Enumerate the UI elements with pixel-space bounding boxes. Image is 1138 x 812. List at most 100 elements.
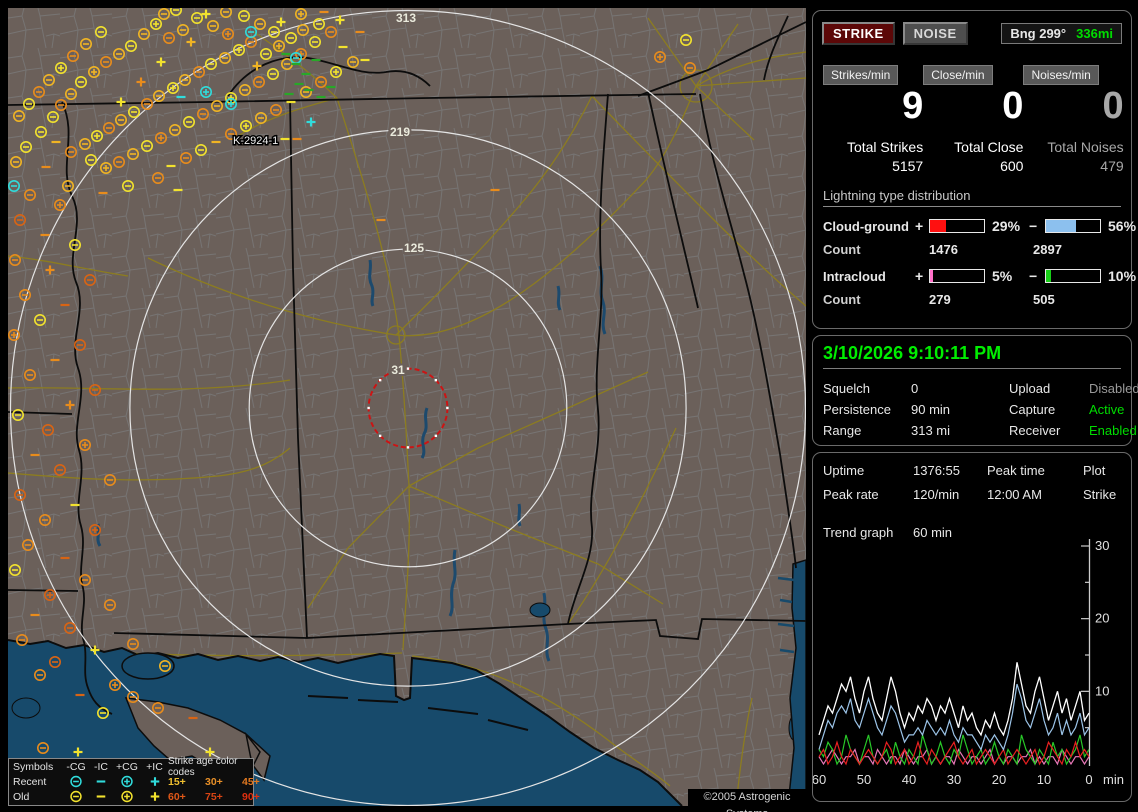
trend-graph-label: Trend graph: [823, 525, 913, 540]
intracloud-count-row: Count 279 505: [823, 292, 1121, 307]
age-code: 75+: [205, 791, 242, 803]
age-code: 45+: [242, 776, 260, 788]
count-label: Count: [823, 242, 929, 257]
legend-col-cg-pos: +CG: [113, 761, 141, 773]
svg-text:219: 219: [390, 125, 410, 139]
lightning-map[interactable]: 31321912531K-2924-1 Symbols -CG -IC +CG …: [8, 8, 806, 806]
capture-label: Capture: [1009, 402, 1089, 417]
uptime-label: Uptime: [823, 463, 913, 478]
strikes-column: Strikes/min 9 Total Strikes 5157: [823, 65, 923, 174]
age-code: 60+: [168, 791, 205, 803]
range-label: Range: [823, 423, 911, 438]
ic-pos-pct: 5%: [987, 268, 1029, 284]
plus-sign: +: [915, 218, 929, 234]
map-canvas[interactable]: 31321912531K-2924-1: [8, 8, 806, 806]
strike-symbol: [150, 777, 159, 786]
close-column: Close/min 0 Total Close 600: [923, 65, 1023, 174]
svg-text:313: 313: [396, 11, 416, 25]
total-close-label: Total Close: [923, 139, 1023, 155]
plus-icon: [141, 775, 168, 788]
svg-text:30: 30: [947, 772, 961, 787]
storm-track-label: K-2924-1: [233, 135, 278, 147]
svg-text:30: 30: [1095, 538, 1109, 553]
receiver-status: Enabled: [1089, 423, 1138, 438]
app-window: 31321912531K-2924-1 Symbols -CG -IC +CG …: [0, 0, 1138, 812]
cg-neg-pct: 56%: [1103, 218, 1136, 234]
cloud-ground-count-row: Count 1476 2897: [823, 242, 1121, 257]
svg-text:60: 60: [813, 772, 826, 787]
plus-sign: +: [915, 268, 929, 284]
trend-series: [819, 662, 1089, 735]
ic-pos-bar: [929, 269, 985, 283]
peak-rate-value: 120/min: [913, 487, 987, 502]
status-grid: Squelch 0 Upload Disabled Persistence 90…: [823, 381, 1121, 438]
age-code: 15+: [168, 776, 205, 788]
ic-neg-pct: 10%: [1103, 268, 1136, 284]
legend-title: Symbols: [13, 761, 63, 773]
circle-plus-icon: [113, 790, 141, 803]
noises-per-min-chip: Noises/min: [1023, 65, 1098, 85]
squelch-value: 0: [911, 381, 1009, 396]
svg-text:40: 40: [902, 772, 916, 787]
svg-text:min: min: [1103, 772, 1124, 787]
close-per-min-chip: Close/min: [923, 65, 992, 85]
trend-series: [819, 742, 1089, 764]
persistence-label: Persistence: [823, 402, 911, 417]
bearing-readout: Bng 299° 336mi: [1001, 23, 1122, 44]
age-code: 90+: [242, 791, 260, 803]
peak-time-label: Peak time: [987, 463, 1083, 478]
receiver-label: Receiver: [1009, 423, 1089, 438]
copyright-label: ©2005 Astrogenic Systems: [688, 789, 806, 806]
noise-button[interactable]: NOISE: [903, 22, 968, 45]
legend-col-ic-pos: +IC: [141, 761, 168, 773]
ic-pos-count: 279: [929, 292, 1033, 307]
count-label: Count: [823, 292, 929, 307]
capture-status: Active: [1089, 402, 1138, 417]
counters-panel: STRIKE NOISE Bng 299° 336mi Strikes/min …: [812, 10, 1132, 329]
cg-neg-bar-fill: [1046, 220, 1076, 232]
symbol-legend: Symbols -CG -IC +CG +IC Strike age color…: [8, 758, 254, 806]
datetime-readout: 3/10/2026 9:10:11 PM: [823, 343, 1121, 369]
age-code: 30+: [205, 776, 242, 788]
total-strikes-label: Total Strikes: [823, 139, 923, 155]
svg-text:125: 125: [404, 241, 424, 255]
dash-icon: [89, 775, 113, 788]
strike-symbol: [71, 777, 81, 787]
ic-neg-count: 505: [1033, 292, 1121, 307]
intracloud-row: Intracloud + 5% − 10%: [823, 268, 1121, 284]
total-noises-value: 479: [1023, 158, 1123, 174]
noises-per-min-value: 0: [1023, 87, 1123, 125]
strike-symbol: [150, 792, 159, 801]
circle-minus-icon: [63, 775, 89, 788]
legend-row-old-label: Old: [13, 791, 63, 803]
lake: [530, 603, 550, 617]
legend-col-cg-neg: -CG: [63, 761, 89, 773]
total-close-value: 600: [923, 158, 1023, 174]
peak-rate-label: Peak rate: [823, 487, 913, 502]
cloud-ground-row: Cloud-ground + 29% − 56%: [823, 218, 1121, 234]
plot-mode-value[interactable]: Strike: [1083, 487, 1123, 502]
svg-text:50: 50: [857, 772, 871, 787]
bearing-range: 336mi: [1076, 26, 1113, 41]
lake: [12, 698, 40, 718]
strikes-per-min-value: 9: [823, 87, 923, 125]
peak-time-value: 12:00 AM: [987, 487, 1083, 502]
svg-text:20: 20: [992, 772, 1006, 787]
trend-series: [819, 735, 1089, 764]
legend-col-ic-neg: -IC: [89, 761, 113, 773]
svg-text:10: 10: [1037, 772, 1051, 787]
svg-text:20: 20: [1095, 611, 1109, 626]
trend-window-value[interactable]: 60 min: [913, 525, 987, 540]
minus-sign: −: [1029, 268, 1045, 284]
plot-label[interactable]: Plot: [1083, 463, 1123, 478]
total-noises-label: Total Noises: [1023, 139, 1123, 155]
cg-neg-count: 2897: [1033, 242, 1121, 257]
strike-button[interactable]: STRIKE: [822, 22, 895, 45]
cg-pos-bar: [929, 219, 985, 233]
noises-column: Noises/min 0 Total Noises 479: [1023, 65, 1123, 174]
cg-pos-pct: 29%: [987, 218, 1029, 234]
trend-series: [819, 684, 1089, 749]
minus-sign: −: [1029, 218, 1045, 234]
close-per-min-value: 0: [923, 87, 1023, 125]
dash-icon: [89, 790, 113, 803]
